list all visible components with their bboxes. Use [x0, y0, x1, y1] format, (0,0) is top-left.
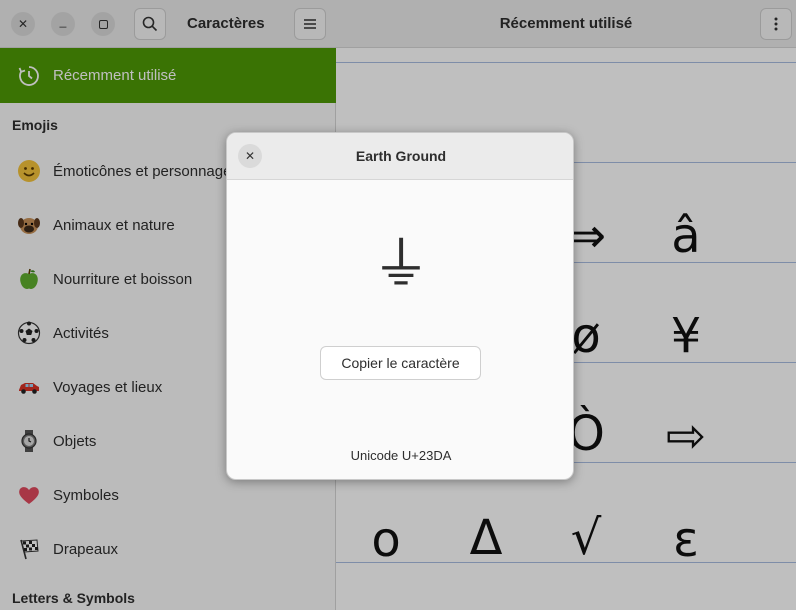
dialog-title: Earth Ground [355, 148, 447, 164]
dialog-headerbar: ✕ Earth Ground [227, 133, 573, 180]
copy-character-button[interactable]: Copier le caractère [320, 346, 481, 380]
character-dialog: ✕ Earth Ground ⏚ Copier le caractère Uni… [226, 132, 574, 480]
character-preview: ⏚ [371, 230, 430, 298]
unicode-codepoint: Unicode U+23DA [350, 448, 452, 463]
